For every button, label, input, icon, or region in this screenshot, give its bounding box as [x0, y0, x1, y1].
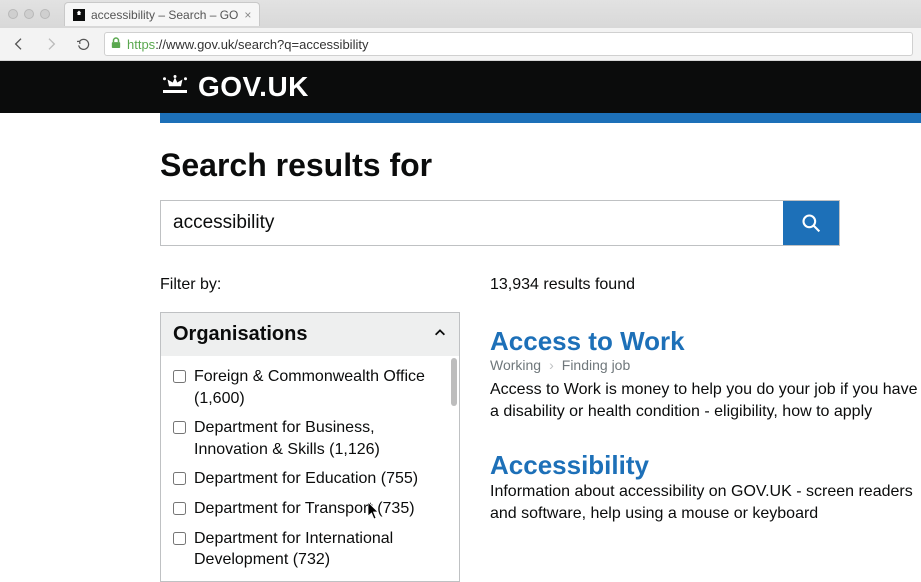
browser-tab[interactable]: accessibility – Search – GO ×: [64, 2, 260, 26]
filter-checkbox[interactable]: [173, 421, 186, 434]
filter-by-label: Filter by:: [160, 276, 460, 294]
search-button[interactable]: [783, 201, 839, 245]
filter-item[interactable]: Department for International Development…: [171, 524, 449, 575]
filter-item[interactable]: Department for Education (755): [171, 464, 449, 494]
search-results: 13,934 results found Access to Work Work…: [490, 276, 920, 582]
tab-close-icon[interactable]: ×: [244, 8, 251, 22]
result-title-link[interactable]: Access to Work: [490, 326, 685, 356]
filter-item[interactable]: Department for Business, Innovation & Sk…: [171, 413, 449, 464]
nav-reload-button[interactable]: [72, 33, 94, 55]
result-description: Access to Work is money to help you do y…: [490, 379, 920, 424]
window-min-dot[interactable]: [24, 9, 34, 19]
filter-list: Foreign & Commonwealth Office (1,600) De…: [161, 356, 459, 581]
result-title-link[interactable]: Accessibility: [490, 450, 649, 480]
search-icon: [801, 213, 821, 233]
filter-item-label: Department for Transport (735): [194, 498, 415, 520]
arrow-right-icon: [43, 36, 59, 52]
page-content: Search results for Filter by: Organisati…: [0, 123, 921, 582]
browser-chrome: accessibility – Search – GO × https://ww…: [0, 0, 921, 61]
results-count: 13,934 results found: [490, 276, 920, 294]
chevron-right-icon: ›: [549, 357, 554, 373]
filter-checkbox[interactable]: [173, 370, 186, 383]
filters-sidebar: Filter by: Organisations Foreign & Commo…: [160, 276, 460, 582]
tab-strip: accessibility – Search – GO ×: [0, 0, 921, 28]
site-name: GOV.UK: [198, 71, 309, 103]
result-breadcrumb: Working › Finding job: [490, 357, 920, 373]
tab-favicon-icon: [73, 9, 85, 21]
filter-item-label: Department for International Development…: [194, 528, 447, 571]
filter-checkbox[interactable]: [173, 472, 186, 485]
header-accent-bar: [160, 113, 921, 123]
search-heading: Search results for: [160, 147, 921, 184]
site-header: GOV.UK: [0, 61, 921, 113]
search-input[interactable]: [161, 201, 783, 245]
nav-back-button[interactable]: [8, 33, 30, 55]
filter-item-label: Foreign & Commonwealth Office (1,600): [194, 366, 447, 409]
window-max-dot[interactable]: [40, 9, 50, 19]
url-scheme: https: [127, 37, 155, 52]
lock-icon: [111, 37, 121, 52]
filter-group-title: Organisations: [173, 323, 307, 346]
arrow-left-icon: [11, 36, 27, 52]
search-row: [160, 200, 840, 246]
filter-checkbox[interactable]: [173, 502, 186, 515]
result-description: Information about accessibility on GOV.U…: [490, 481, 920, 526]
filter-item[interactable]: Department for Transport (735): [171, 494, 449, 524]
breadcrumb-item[interactable]: Finding job: [562, 357, 631, 373]
filter-checkbox[interactable]: [173, 532, 186, 545]
scrollbar-thumb[interactable]: [451, 358, 457, 406]
url-rest: ://www.gov.uk/search?q=accessibility: [155, 37, 368, 52]
tab-title: accessibility – Search – GO: [91, 8, 238, 22]
url-text: https://www.gov.uk/search?q=accessibilit…: [127, 37, 368, 52]
browser-toolbar: https://www.gov.uk/search?q=accessibilit…: [0, 28, 921, 60]
filter-item[interactable]: Foreign & Commonwealth Office (1,600): [171, 362, 449, 413]
filter-item-label: Department for Business, Innovation & Sk…: [194, 417, 447, 460]
window-close-dot[interactable]: [8, 9, 18, 19]
breadcrumb-item[interactable]: Working: [490, 357, 541, 373]
reload-icon: [76, 37, 91, 52]
address-bar[interactable]: https://www.gov.uk/search?q=accessibilit…: [104, 32, 913, 56]
filter-item-label: Department for Education (755): [194, 468, 418, 490]
govuk-logo-link[interactable]: GOV.UK: [160, 71, 309, 103]
crown-icon: [160, 75, 190, 99]
window-controls: [8, 9, 50, 19]
chevron-up-icon: [433, 323, 447, 346]
nav-forward-button: [40, 33, 62, 55]
search-result: Accessibility Information about accessib…: [490, 450, 920, 526]
filter-group-toggle[interactable]: Organisations: [161, 313, 459, 356]
search-result: Access to Work Working › Finding job Acc…: [490, 326, 920, 424]
filter-group-organisations: Organisations Foreign & Commonwealth Off…: [160, 312, 460, 582]
